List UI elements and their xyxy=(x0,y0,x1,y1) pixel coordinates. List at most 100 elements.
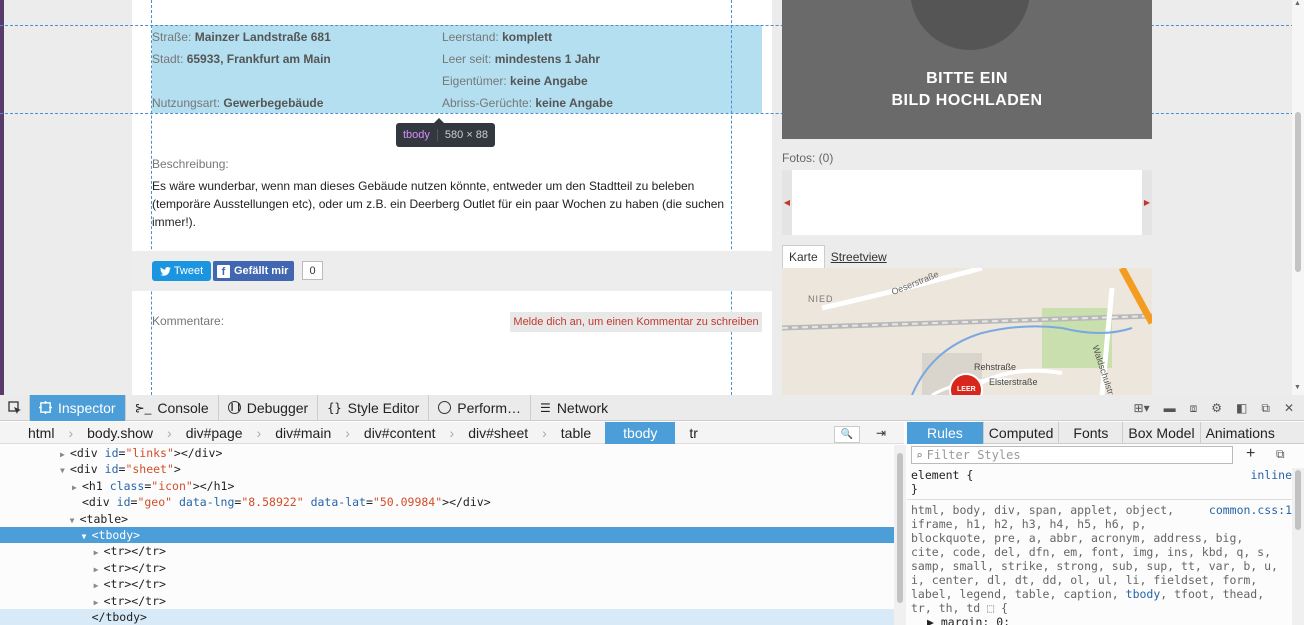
desktop-background-strip xyxy=(0,0,4,395)
tab-streetview[interactable]: Streetview xyxy=(825,245,893,269)
tab-performance[interactable]: Perform… xyxy=(429,394,532,421)
crumb-table[interactable]: table xyxy=(547,425,605,441)
breadcrumb: html › body.show › div#page › div#main › div… xyxy=(0,421,904,444)
slider-next-icon[interactable]: ▶ xyxy=(1142,170,1152,235)
element-picker-icon[interactable] xyxy=(0,394,30,421)
split-console-icon[interactable]: ▬ xyxy=(1164,401,1176,415)
markup-node[interactable]: ▶ <tr></tr> xyxy=(0,593,894,609)
map-label-nied: NIED xyxy=(808,294,834,304)
settings-gear-icon[interactable]: ⚙ xyxy=(1211,401,1222,415)
performance-icon xyxy=(438,401,452,414)
inspector-icon xyxy=(39,401,52,414)
rule-selector-line: tr, th, td ⬚ { xyxy=(911,601,1008,615)
facebook-icon: f xyxy=(217,264,230,278)
map-view[interactable]: NIED Oeserstraße Rehstraße Elsterstraße … xyxy=(782,268,1152,395)
photo-slider: ◀ ▶ xyxy=(782,170,1152,235)
tweet-button[interactable]: Tweet xyxy=(152,261,211,281)
search-icon: ⌕ xyxy=(916,448,923,462)
web-page-viewport: Straße: Mainzer Landstraße 681 Leerstand… xyxy=(0,0,1304,395)
twitter-bird-icon xyxy=(159,266,171,276)
tab-style-editor[interactable]: {} Style Editor xyxy=(318,394,430,421)
tab-rules[interactable]: Rules xyxy=(907,422,984,444)
crumb-tbody[interactable]: tbody xyxy=(605,421,676,444)
rule-selector-line: blockquote, pre, a, abbr, acronym, addre… xyxy=(911,531,1244,545)
rule-reset: common.css:1 html, body, div, span, apple… xyxy=(907,503,1292,625)
rule-selector-line: label, legend, table, caption, tbody, tf… xyxy=(911,587,1265,601)
network-icon: ☰ xyxy=(540,400,551,415)
markup-node[interactable]: ▼ <tbody> xyxy=(0,526,894,544)
vacancy-field: Leerstand: komplett xyxy=(442,30,553,44)
devtools-toolbar: Inspector ⊱_ Console ❙❙ Debugger {} Styl… xyxy=(0,394,1304,421)
image-placeholder[interactable]: BITTE EIN BILD HOCHLADEN xyxy=(782,0,1152,139)
frame-select-icon[interactable]: ⊞▾ xyxy=(1134,401,1150,415)
dock-side-icon[interactable]: ◧ xyxy=(1236,401,1247,415)
rule-selector-line: i, center, dl, dt, dd, ol, ul, li, field… xyxy=(911,573,1258,587)
console-icon: ⊱_ xyxy=(134,400,152,415)
tab-debugger[interactable]: ❙❙ Debugger xyxy=(219,394,319,421)
crumb-div-main[interactable]: div#main xyxy=(261,425,345,441)
page-scrollbar-thumb[interactable] xyxy=(1295,112,1301,272)
markup-node[interactable]: ▶ <div id="links"></div> xyxy=(0,445,894,461)
owner-field: Eigentümer: keine Angabe xyxy=(442,74,588,88)
city-field: Stadt: 65933, Frankfurt am Main xyxy=(152,52,331,66)
crumb-body[interactable]: body.show xyxy=(73,425,167,441)
crumb-div-sheet[interactable]: div#sheet xyxy=(454,425,542,441)
markup-node[interactable]: ▶ <tr></tr> xyxy=(0,560,894,576)
markup-node[interactable]: ▼ <table> xyxy=(0,511,894,527)
rule-element-close: } xyxy=(911,482,918,496)
tab-karte[interactable]: Karte xyxy=(782,245,825,269)
markup-node[interactable]: ▶ <tr></tr> xyxy=(0,576,894,592)
scroll-down-icon[interactable]: ▼ xyxy=(1294,384,1301,391)
vacant-since-field: Leer seit: mindestens 1 Jahr xyxy=(442,52,601,66)
comments-label: Kommentare: xyxy=(152,314,225,328)
tab-console[interactable]: ⊱_ Console xyxy=(126,394,219,421)
rules-view: element {inline } common.css:1 html, body… xyxy=(907,468,1292,625)
braces-icon: {} xyxy=(327,400,342,415)
markup-node[interactable]: </tbody> xyxy=(0,608,894,625)
markup-scrollbar-thumb[interactable] xyxy=(897,453,903,603)
crumb-html[interactable]: html xyxy=(0,425,68,441)
crumb-tr[interactable]: tr xyxy=(675,425,712,441)
rules-scrollbar-thumb[interactable] xyxy=(1295,470,1301,530)
facebook-like-button[interactable]: f Gefällt mir xyxy=(213,261,294,281)
markup-view: ▶ <div id="links"></div> ▼ <div id="sheet">… xyxy=(0,445,894,625)
node-infobar-tooltip: tbody 580 × 88 xyxy=(396,118,496,147)
rule-element-selector[interactable]: element {inline xyxy=(907,468,1292,482)
map-graphic xyxy=(782,268,1152,395)
tweet-label: Tweet xyxy=(173,265,204,277)
tooltip-size: 580 × 88 xyxy=(436,129,495,141)
markup-node[interactable]: ▼ <div id="sheet"> xyxy=(0,461,894,477)
rule-source-common-css[interactable]: common.css:1 xyxy=(1209,503,1292,517)
close-icon[interactable]: ✕ xyxy=(1284,401,1294,415)
tab-fonts[interactable]: Fonts xyxy=(1059,422,1124,444)
markup-node[interactable]: ▶ <tr></tr> xyxy=(0,543,894,559)
street-field: Straße: Mainzer Landstraße 681 xyxy=(152,30,331,44)
crumb-div-page[interactable]: div#page xyxy=(172,425,257,441)
tab-inspector[interactable]: Inspector xyxy=(30,394,126,421)
markup-search-icon[interactable]: 🔍 xyxy=(834,426,860,443)
toggle-sidebar-icon[interactable]: ⇥ xyxy=(876,426,894,443)
tooltip-tag: tbody xyxy=(403,129,430,141)
tab-computed[interactable]: Computed xyxy=(984,422,1060,444)
add-rule-icon[interactable]: + xyxy=(1246,445,1255,463)
crumb-div-content[interactable]: div#content xyxy=(350,425,450,441)
map-tabs: Karte Streetview xyxy=(782,245,893,269)
filter-styles-input[interactable]: ⌕ Filter Styles xyxy=(911,446,1233,464)
slider-prev-icon[interactable]: ◀ xyxy=(782,170,792,235)
tab-animations[interactable]: Animations xyxy=(1201,422,1280,444)
tab-network[interactable]: ☰ Network xyxy=(531,395,617,421)
login-to-comment-link[interactable]: Melde dich an, um einen Kommentar zu sch… xyxy=(510,312,762,332)
demolition-rumors-field: Abriss-Gerüchte: keine Angabe xyxy=(442,96,613,110)
markup-node[interactable]: <div id="geo" data-lng="8.58922" data-la… xyxy=(0,494,894,510)
markup-node[interactable]: ▶ <h1 class="icon"></h1> xyxy=(0,478,894,494)
tab-box-model[interactable]: Box Model xyxy=(1123,422,1201,444)
scroll-up-icon[interactable]: ▲ xyxy=(1294,0,1301,7)
toggle-pseudo-class-icon[interactable]: ⧉ xyxy=(1276,447,1285,462)
undock-icon[interactable]: ⧉ xyxy=(1261,401,1270,416)
rule-source-inline[interactable]: inline xyxy=(1250,468,1292,482)
map-label-elsterstrasse: Elsterstraße xyxy=(989,377,1038,387)
responsive-mode-icon[interactable]: ⧈ xyxy=(1190,401,1198,416)
upload-image-prompt: BITTE EIN BILD HOCHLADEN xyxy=(891,70,1043,109)
rule-selector-line: samp, small, strike, strong, sub, sup, t… xyxy=(911,559,1278,573)
like-label: Gefällt mir xyxy=(234,265,289,277)
